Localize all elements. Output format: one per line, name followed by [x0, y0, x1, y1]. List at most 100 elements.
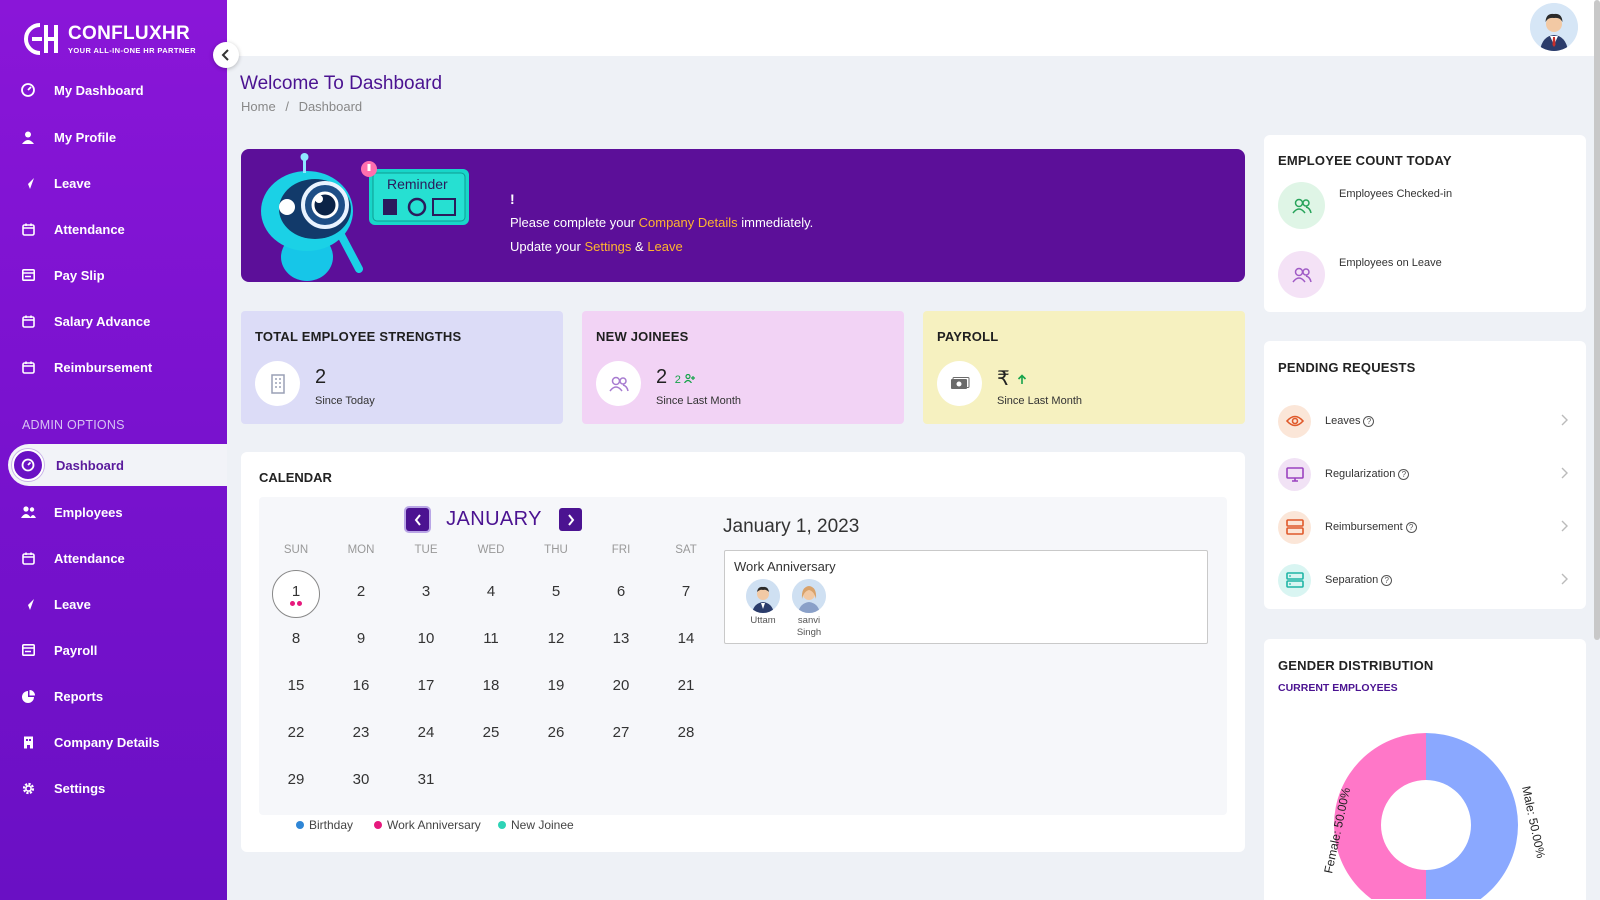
person-name: Uttam — [750, 615, 776, 626]
calendar-day[interactable]: 2 — [339, 583, 383, 600]
calendar-day[interactable]: 27 — [599, 724, 643, 741]
sidebar-item-payroll[interactable]: Payroll — [0, 630, 227, 670]
sidebar-item-label: Attendance — [54, 550, 125, 566]
pending-leaves-item[interactable]: Leaves? — [1278, 402, 1572, 440]
plane-icon — [20, 175, 36, 191]
calendar-day[interactable]: 9 — [339, 630, 383, 647]
sidebar-item-employees[interactable]: Employees — [0, 492, 227, 532]
calendar-day[interactable]: 10 — [404, 630, 448, 647]
sidebar-item-admin-leave[interactable]: Leave — [0, 584, 227, 624]
calendar-day[interactable]: 12 — [534, 630, 578, 647]
calendar-day[interactable]: 21 — [664, 677, 708, 694]
stat-value: ₹ — [997, 366, 1027, 391]
calendar-day[interactable]: 6 — [599, 583, 643, 600]
dashboard-icon — [20, 82, 36, 98]
user-plus-icon — [683, 373, 695, 384]
payroll-card[interactable]: PAYROLL ₹ Since Last Month — [923, 311, 1245, 424]
sidebar-item-attendance[interactable]: Attendance — [0, 209, 227, 249]
company-details-link[interactable]: Company Details — [639, 215, 738, 230]
calendar-day[interactable]: 5 — [534, 583, 578, 600]
help-icon[interactable]: ? — [1363, 415, 1375, 427]
sidebar-item-reimbursement[interactable]: Reimbursement — [0, 347, 227, 387]
event-dots — [290, 601, 302, 606]
pending-regularization-item[interactable]: Regularization? — [1278, 455, 1572, 493]
pending-reimbursement-label: Reimbursement — [1325, 521, 1403, 533]
calendar-day[interactable]: 18 — [469, 677, 513, 694]
calendar-day[interactable]: 8 — [274, 630, 318, 647]
sidebar-item-my-dashboard[interactable]: My Dashboard — [0, 70, 227, 110]
calendar-day[interactable]: 4 — [469, 583, 513, 600]
chevron-left-icon — [414, 513, 421, 526]
stat-title: PAYROLL — [937, 329, 999, 344]
employee-count-card: EMPLOYEE COUNT TODAY Employees Checked-i… — [1264, 135, 1586, 312]
on-leave-item[interactable]: Employees on Leave — [1278, 251, 1442, 298]
sidebar-item-leave[interactable]: Leave — [0, 163, 227, 203]
calendar-day[interactable]: 3 — [404, 583, 448, 600]
calendar-day[interactable]: 1 — [274, 583, 318, 600]
help-icon[interactable]: ? — [1398, 468, 1410, 480]
calendar-day[interactable]: 19 — [534, 677, 578, 694]
calendar-day[interactable]: 28 — [664, 724, 708, 741]
gender-distribution-card: GENDER DISTRIBUTION CURRENT EMPLOYEES Fe… — [1264, 639, 1586, 900]
user-avatar[interactable] — [1530, 3, 1578, 51]
breadcrumb-home-link[interactable]: Home — [241, 99, 276, 114]
calendar-day[interactable]: 7 — [664, 583, 708, 600]
calendar-icon — [20, 221, 36, 237]
event-person[interactable]: sanvi Singh — [787, 579, 831, 639]
female-slice[interactable] — [1334, 733, 1426, 899]
calendar-day[interactable]: 14 — [664, 630, 708, 647]
help-icon[interactable]: ? — [1381, 574, 1393, 586]
month-navigation: JANUARY — [406, 508, 582, 531]
calendar-day[interactable]: 25 — [469, 724, 513, 741]
pending-requests-title: PENDING REQUESTS — [1278, 360, 1416, 375]
male-percent-label: Male: 50.00% — [1519, 785, 1548, 860]
next-month-button[interactable] — [559, 508, 582, 531]
sidebar-item-reports[interactable]: Reports — [0, 676, 227, 716]
sidebar-collapse-button[interactable] — [213, 42, 239, 68]
event-person[interactable]: Uttam — [741, 579, 785, 627]
brand-logo[interactable]: CONFLUXHR YOUR ALL-IN-ONE HR PARTNER — [22, 20, 196, 58]
calendar-day[interactable]: 24 — [404, 724, 448, 741]
calendar-day[interactable]: 30 — [339, 771, 383, 788]
gear-icon — [20, 780, 36, 796]
calendar-day[interactable]: 22 — [274, 724, 318, 741]
help-icon[interactable]: ? — [1405, 521, 1417, 533]
calendar-day[interactable]: 31 — [404, 771, 448, 788]
event-dot — [297, 601, 302, 606]
calendar-day[interactable]: 13 — [599, 630, 643, 647]
legend-label: Birthday — [309, 818, 354, 832]
payslip-icon — [20, 642, 36, 658]
calendar-icon — [20, 313, 36, 329]
leave-link[interactable]: Leave — [647, 239, 682, 254]
birthday-dot — [296, 821, 304, 829]
layers-icon — [1278, 510, 1311, 544]
calendar-day[interactable]: 26 — [534, 724, 578, 741]
building-icon — [255, 361, 300, 406]
calendar-day[interactable]: 11 — [469, 630, 513, 647]
calendar-day[interactable]: 17 — [404, 677, 448, 694]
total-employee-card[interactable]: TOTAL EMPLOYEE STRENGTHS 2 Since Today — [241, 311, 563, 424]
pending-separation-item[interactable]: Separation? — [1278, 561, 1572, 599]
sidebar-item-my-profile[interactable]: My Profile — [0, 117, 227, 157]
male-slice[interactable] — [1426, 733, 1518, 899]
sidebar-item-pay-slip[interactable]: Pay Slip — [0, 255, 227, 295]
calendar-day[interactable]: 29 — [274, 771, 318, 788]
weekday-label: THU — [544, 544, 568, 556]
calendar-day[interactable]: 16 — [339, 677, 383, 694]
calendar-day[interactable]: 20 — [599, 677, 643, 694]
sidebar-item-admin-attendance[interactable]: Attendance — [0, 538, 227, 578]
page-scrollbar[interactable] — [1594, 0, 1600, 640]
sidebar-item-admin-dashboard[interactable]: Dashboard — [8, 444, 227, 486]
sidebar-item-company-details[interactable]: Company Details — [0, 722, 227, 762]
checked-in-item[interactable]: Employees Checked-in — [1278, 182, 1452, 229]
pending-reimbursement-item[interactable]: Reimbursement? — [1278, 508, 1572, 546]
stat-title: NEW JOINEES — [596, 329, 689, 344]
previous-month-button[interactable] — [406, 508, 429, 531]
payslip-icon — [20, 267, 36, 283]
new-joinees-card[interactable]: NEW JOINEES 2 2 Since Last Month — [582, 311, 904, 424]
sidebar-item-salary-advance[interactable]: Salary Advance — [0, 301, 227, 341]
sidebar-item-settings[interactable]: Settings — [0, 768, 227, 808]
calendar-day[interactable]: 23 — [339, 724, 383, 741]
settings-link[interactable]: Settings — [584, 239, 631, 254]
calendar-day[interactable]: 15 — [274, 677, 318, 694]
